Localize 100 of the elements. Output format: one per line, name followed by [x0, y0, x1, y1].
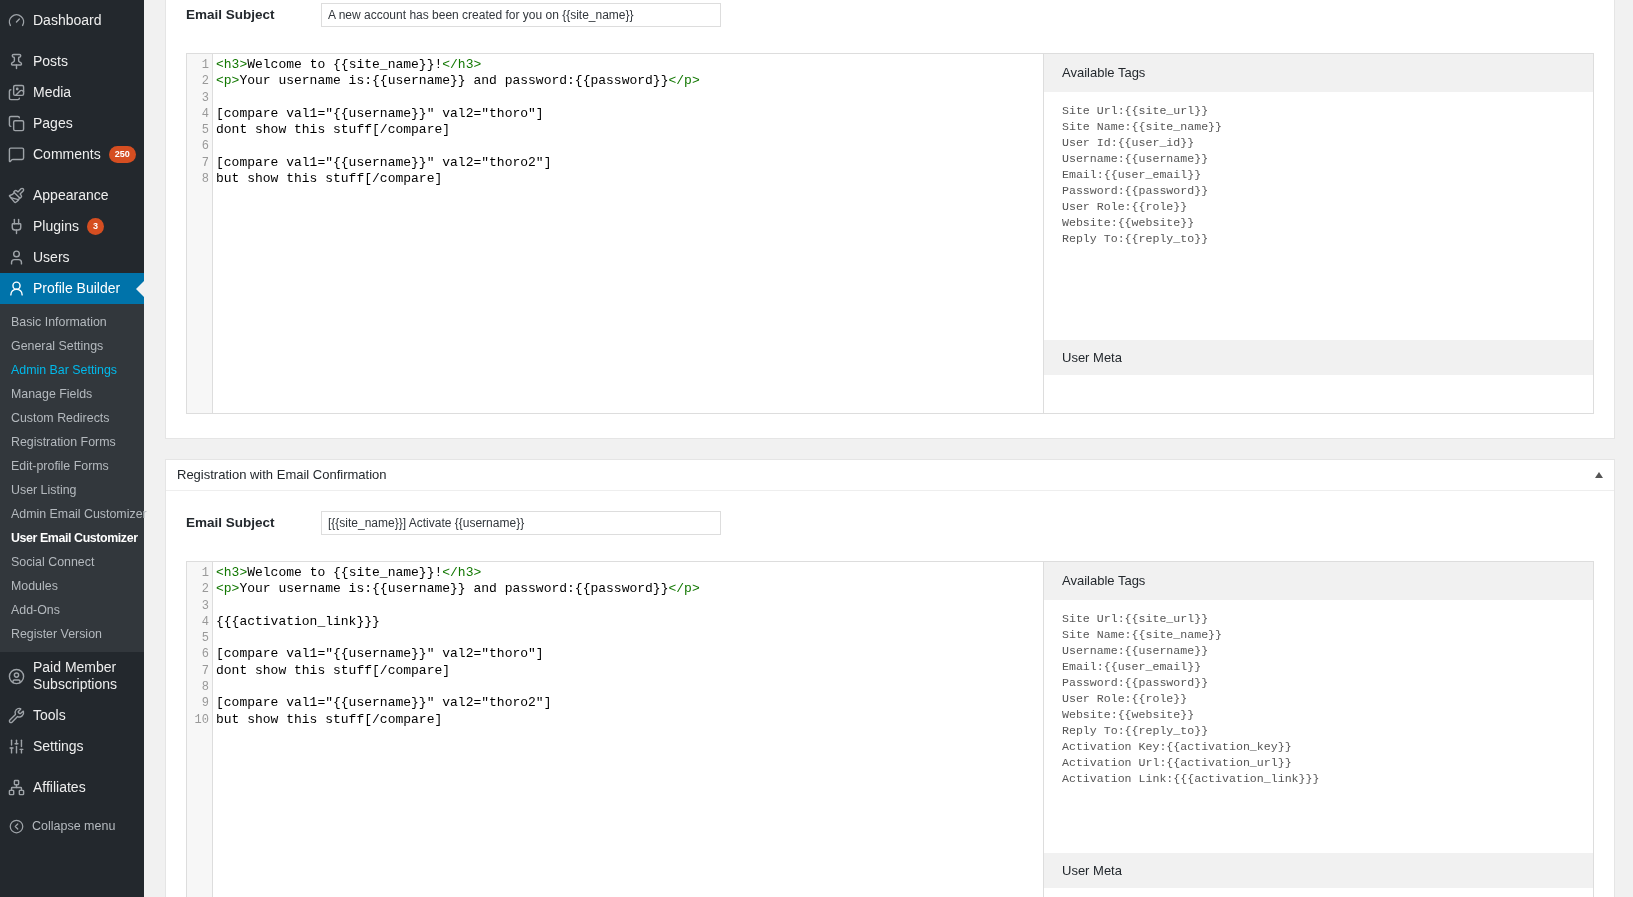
submenu-item[interactable]: Admin Bar Settings [0, 358, 144, 382]
tag-entry: Site Url:{{site_url}} [1062, 611, 1210, 627]
line-number: 5 [200, 122, 210, 139]
tag-entry: Reply To:{{reply_to}} [1062, 723, 1210, 739]
count-badge: 3 [86, 218, 104, 235]
code-line: [compare val1="{{username}}" val2="thoro2"] [216, 695, 553, 712]
menu-label: Users [33, 249, 70, 266]
menu-item[interactable]: Plugins 3 [0, 211, 144, 242]
wrench-icon [8, 707, 25, 724]
line-number: 3 [200, 89, 210, 106]
menu-label: Profile Builder [33, 280, 121, 297]
line-number: 6 [200, 138, 210, 155]
user-icon [8, 280, 25, 297]
email-subject-field[interactable]: A new account has been created for you on {{site_name}} [321, 3, 721, 27]
submenu-item[interactable]: User Email Customizer [0, 526, 144, 550]
code-line: <p>Your username is:{{username}} and password:{{password}}</p> [216, 581, 700, 598]
line-number: 8 [200, 679, 210, 696]
menu-item[interactable]: Media [0, 77, 144, 108]
submenu-item[interactable]: General Settings [0, 334, 144, 358]
line-number: 8 [200, 171, 210, 188]
code-line: but show this stuff[/compare] [216, 711, 444, 728]
line-number: 4 [200, 613, 210, 631]
menu-item[interactable]: Paid Member Subscriptions [0, 652, 144, 700]
submenu-item[interactable]: Basic Information [0, 310, 144, 334]
section-heading: User Meta [1062, 348, 1122, 367]
speech-bubble-icon [8, 146, 25, 163]
tag-entry: Site Name:{{site_name}} [1062, 627, 1224, 643]
tag-entry: Site Name:{{site_name}} [1062, 119, 1224, 135]
submenu-item[interactable]: Register Version [0, 622, 144, 646]
code-line: [compare val1="{{username}}" val2="thoro"] [216, 646, 545, 663]
code-line: [compare val1="{{username}}" val2="thoro2"] [216, 154, 553, 172]
menu-item[interactable]: Appearance [0, 180, 144, 211]
gauge-icon [8, 12, 25, 29]
menu-label: Tools [33, 707, 66, 724]
tag-entry: User Role:{{role}} [1062, 691, 1189, 707]
menu-label: Affiliates [33, 779, 86, 796]
line-number: 6 [200, 646, 210, 663]
collapse-icon [9, 818, 24, 834]
line-number: 2 [200, 73, 210, 90]
section-heading: User Meta [1062, 861, 1122, 880]
panel-title: Registration with Email Confirmation [177, 466, 387, 485]
collapse-toggle-icon[interactable] [1595, 472, 1603, 478]
submenu-item[interactable]: Edit-profile Forms [0, 454, 144, 478]
submenu-item[interactable]: Custom Redirects [0, 406, 144, 430]
collapse-menu-button[interactable]: Collapse menu [0, 813, 144, 840]
tag-entry: Email:{{user_email}} [1062, 659, 1203, 675]
tag-entry: Website:{{website}} [1062, 215, 1196, 231]
tag-entry: User Role:{{role}} [1062, 199, 1189, 215]
count-badge: 250 [108, 146, 136, 163]
menu-label: Dashboard [33, 12, 102, 29]
menu-label: Comments [33, 146, 101, 163]
code-line: [compare val1="{{username}}" val2="thoro"] [216, 105, 545, 123]
code-line: {{{activation_link}}} [216, 613, 381, 631]
menu-item[interactable]: Posts [0, 46, 144, 77]
tag-entry: Activation Key:{{activation_key}} [1062, 739, 1293, 755]
tag-entry: Username:{{username}} [1062, 151, 1210, 167]
menu-item[interactable]: Users [0, 242, 144, 273]
menu-item[interactable]: Dashboard [0, 5, 144, 36]
line-number: 3 [200, 597, 210, 614]
menu-label: Media [33, 84, 72, 101]
menu-item[interactable]: Affiliates [0, 772, 144, 803]
tag-entry: Activation Link:{{{activation_link}}} [1062, 771, 1321, 787]
submenu-item[interactable]: Add-Ons [0, 598, 144, 622]
pin-icon [8, 53, 25, 70]
code-line: dont show this stuff[/compare] [216, 122, 452, 139]
line-number: 4 [200, 105, 210, 123]
tag-entry: Username:{{username}} [1062, 643, 1210, 659]
current-pointer-icon [136, 280, 144, 297]
code-line: <h3>Welcome to {{site_name}}!</h3> [216, 57, 483, 74]
tag-entry: Email:{{user_email}} [1062, 167, 1203, 183]
submenu-item[interactable]: Registration Forms [0, 430, 144, 454]
code-line: <h3>Welcome to {{site_name}}!</h3> [216, 565, 483, 582]
menu-item[interactable]: Profile Builder [0, 273, 144, 304]
line-number: 10 [193, 711, 210, 728]
submenu-item[interactable]: Modules [0, 574, 144, 598]
submenu-item[interactable]: Manage Fields [0, 382, 144, 406]
tag-entry: Site Url:{{site_url}} [1062, 103, 1210, 119]
menu-item[interactable]: Comments 250 [0, 139, 144, 170]
images-icon [8, 84, 25, 101]
menu-label: Appearance [33, 187, 109, 204]
email-subject-field[interactable]: [{{site_name}}] Activate {{username}} [321, 511, 721, 535]
line-number: 7 [200, 154, 210, 172]
submenu-item[interactable]: User Listing [0, 478, 144, 502]
field-label: Email Subject [186, 513, 276, 532]
line-number: 5 [200, 630, 210, 647]
code-line: <p>Your username is:{{username}} and password:{{password}}</p> [216, 73, 700, 90]
line-number: 9 [200, 695, 210, 712]
submenu-item[interactable]: Social Connect [0, 550, 144, 574]
line-number: 7 [200, 662, 210, 680]
line-number: 1 [200, 565, 210, 582]
menu-item[interactable]: Tools [0, 700, 144, 731]
pages-icon [8, 115, 25, 132]
menu-item[interactable]: Pages [0, 108, 144, 139]
menu-label: Posts [33, 53, 68, 70]
menu-item[interactable]: Settings [0, 731, 144, 762]
code-line: but show this stuff[/compare] [216, 171, 444, 188]
tag-entry: Password:{{password}} [1062, 183, 1210, 199]
network-icon [8, 779, 25, 796]
field-label: Email Subject [186, 5, 276, 24]
menu-label: Plugins [33, 218, 79, 235]
